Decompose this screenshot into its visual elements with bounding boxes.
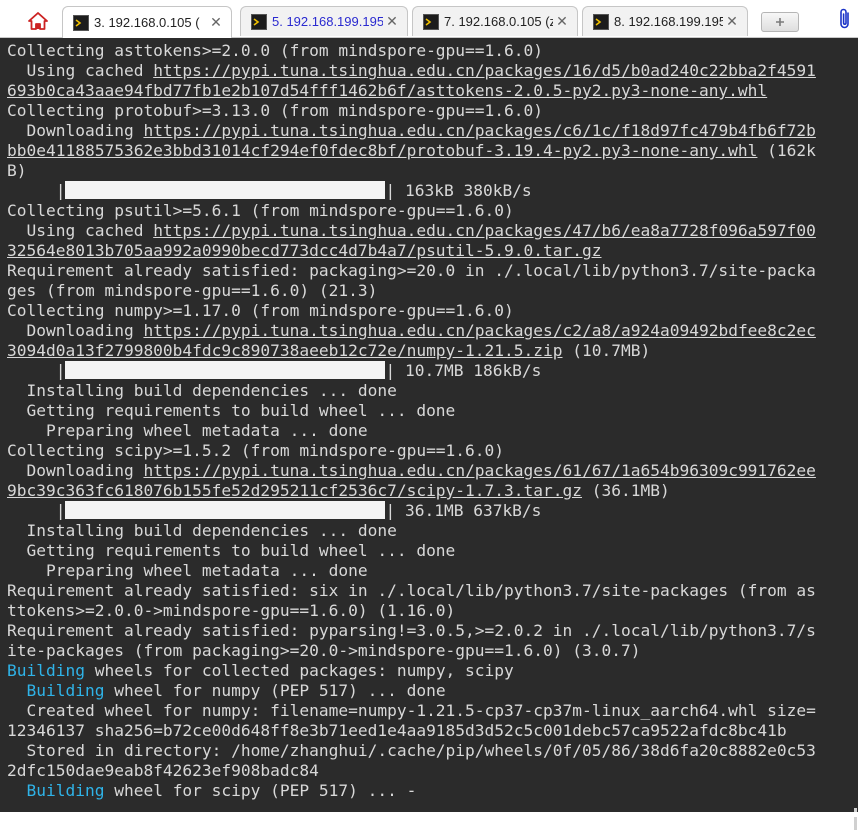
close-icon[interactable]: ✕: [723, 13, 741, 30]
progress-bar: [65, 181, 386, 199]
building-keyword: Building: [26, 781, 105, 800]
terminal-line: Downloading https://pypi.tuna.tsinghua.e…: [7, 121, 816, 140]
new-tab-button[interactable]: [761, 12, 799, 32]
terminal-line: Collecting psutil>=5.6.1 (from mindspore…: [7, 201, 514, 220]
tab-session-5[interactable]: 5. 192.168.199.195 ✕: [240, 6, 408, 36]
progress-stat: 36.1MB 637kB/s: [404, 501, 542, 520]
tab-session-3[interactable]: 3. 192.168.0.105 ( ✕: [62, 6, 232, 38]
terminal-line: Getting requirements to build wheel ... …: [7, 401, 456, 420]
tab-session-7[interactable]: 7. 192.168.0.105 (z ✕: [412, 6, 578, 36]
terminal-line: 693b0ca43aae94fbd77fb1e2b107d54fff1462b6…: [7, 81, 840, 101]
tab-session-8[interactable]: 8. 192.168.199.195 ✕: [582, 6, 748, 36]
package-url-link[interactable]: 9bc39c363fc618076b155fe52d295211cf2536c7…: [7, 481, 582, 500]
package-url-link[interactable]: bb0e41188575362e3bbd31014cf294ef0fdec8bf…: [7, 141, 757, 160]
package-url-link[interactable]: 32564e8013b705aa992a0990becd773dcc4d7b4a…: [7, 241, 602, 260]
terminal-line: bb0e41188575362e3bbd31014cf294ef0fdec8bf…: [7, 141, 816, 160]
terminal-line: Collecting asttokens>=2.0.0 (from mindsp…: [7, 41, 544, 60]
home-icon: [28, 12, 48, 30]
terminal-line: Installing build dependencies ... done: [7, 381, 397, 400]
terminal-line: Requirement already satisfied: packaging…: [7, 261, 816, 280]
terminal-line: Getting requirements to build wheel ... …: [7, 541, 456, 560]
terminal-line: Collecting numpy>=1.17.0 (from mindspore…: [7, 301, 514, 320]
package-url-link[interactable]: https://pypi.tuna.tsinghua.edu.cn/packag…: [153, 61, 816, 80]
terminal-line: Building wheels for collected packages: …: [7, 661, 514, 680]
tab-label: 3. 192.168.0.105 (: [94, 15, 200, 30]
new-tab-icon: [776, 18, 784, 26]
package-url-link[interactable]: 693b0ca43aae94fbd77fb1e2b107d54fff1462b6…: [7, 81, 767, 100]
terminal-line: Requirement already satisfied: six in ./…: [7, 581, 816, 600]
close-icon[interactable]: ✕: [383, 13, 401, 30]
progress-bar: [65, 361, 386, 379]
package-url-link[interactable]: https://pypi.tuna.tsinghua.edu.cn/packag…: [153, 221, 816, 240]
terminal-line: Building wheel for scipy (PEP 517) ... -: [26, 781, 417, 800]
progress-line: | | 36.1MB 637kB/s: [7, 501, 542, 520]
progress-line: | | 10.7MB 186kB/s: [7, 361, 542, 380]
terminal-line: Requirement already satisfied: pyparsing…: [7, 621, 816, 640]
terminal-icon: [593, 13, 609, 30]
terminal-line: 3094d0a13f2799800b4fdc9c890738aeeb12c72e…: [7, 341, 651, 360]
home-tab[interactable]: [20, 6, 56, 36]
terminal-line: Collecting protobuf>=3.13.0 (from mindsp…: [7, 101, 544, 120]
terminal-line: Using cached https://pypi.tuna.tsinghua.…: [7, 61, 816, 80]
window-bottom-edge: [0, 812, 858, 817]
terminal-line: ite-packages (from packaging>=20.0->mind…: [7, 641, 641, 660]
tab-bar: 3. 192.168.0.105 ( ✕ 5. 192.168.199.195 …: [0, 0, 858, 38]
building-keyword: Building: [7, 661, 85, 680]
tab-label: 7. 192.168.0.105 (z: [444, 14, 553, 29]
terminal-line: 12346137 sha256=b72ce00d648ff8e3b71eed1e…: [7, 721, 787, 740]
terminal-line: Created wheel for numpy: filename=numpy-…: [7, 701, 816, 720]
terminal-line: 9bc39c363fc618076b155fe52d295211cf2536c7…: [7, 481, 670, 500]
terminal-icon: [251, 13, 267, 30]
package-url-link[interactable]: https://pypi.tuna.tsinghua.edu.cn/packag…: [143, 121, 815, 140]
progress-stat: 10.7MB 186kB/s: [404, 361, 542, 380]
tab-label: 8. 192.168.199.195: [614, 14, 723, 29]
building-keyword: Building: [26, 681, 105, 700]
terminal-line: ttokens>=2.0.0->mindspore-gpu==1.6.0) (1…: [7, 601, 456, 620]
terminal-line: 32564e8013b705aa992a0990becd773dcc4d7b4a…: [7, 241, 840, 261]
terminal-line: Installing build dependencies ... done: [7, 521, 397, 540]
progress-bar: [65, 501, 386, 519]
package-url-link[interactable]: 3094d0a13f2799800b4fdc9c890738aeeb12c72e…: [7, 341, 563, 360]
terminal-output: Collecting asttokens>=2.0.0 (from mindsp…: [7, 41, 840, 801]
terminal-icon: [423, 13, 439, 30]
terminal-icon: [73, 14, 89, 31]
terminal-line: Preparing wheel metadata ... done: [7, 561, 368, 580]
terminal-line: Using cached https://pypi.tuna.tsinghua.…: [7, 221, 816, 240]
progress-stat: 163kB 380kB/s: [404, 181, 532, 200]
terminal-line: B): [7, 161, 27, 180]
paperclip-icon[interactable]: [838, 8, 852, 30]
terminal-line: Preparing wheel metadata ... done: [7, 421, 368, 440]
terminal-line: 2dfc150dae9eab8f42623ef908badc84: [7, 761, 319, 780]
close-icon[interactable]: ✕: [207, 14, 225, 31]
progress-line: | | 163kB 380kB/s: [7, 181, 532, 200]
package-url-link[interactable]: https://pypi.tuna.tsinghua.edu.cn/packag…: [143, 321, 815, 340]
close-icon[interactable]: ✕: [553, 13, 571, 30]
terminal-line: Collecting scipy>=1.5.2 (from mindspore-…: [7, 441, 505, 460]
terminal-line: Downloading https://pypi.tuna.tsinghua.e…: [7, 321, 816, 340]
terminal-line: Building wheel for numpy (PEP 517) ... d…: [26, 681, 446, 700]
tab-label: 5. 192.168.199.195: [272, 14, 383, 29]
terminal-line: Stored in directory: /home/zhanghui/.cac…: [7, 741, 816, 760]
terminal-pane[interactable]: Collecting asttokens>=2.0.0 (from mindsp…: [0, 38, 858, 830]
terminal-line: Downloading https://pypi.tuna.tsinghua.e…: [7, 461, 816, 480]
package-url-link[interactable]: https://pypi.tuna.tsinghua.edu.cn/packag…: [143, 461, 815, 480]
terminal-line: ges (from mindspore-gpu==1.6.0) (21.3): [7, 281, 378, 300]
